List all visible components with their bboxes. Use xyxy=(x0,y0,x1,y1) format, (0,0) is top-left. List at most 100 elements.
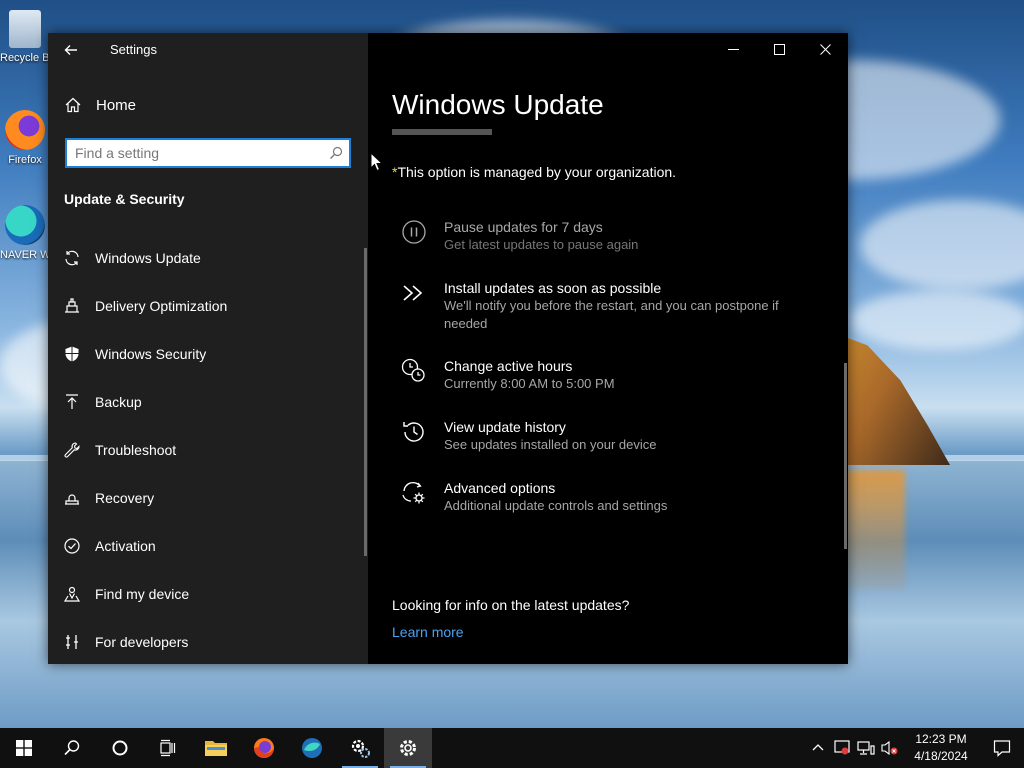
taskbar-clock[interactable]: 12:23 PM 4/18/2024 xyxy=(902,731,980,765)
learn-more-link[interactable]: Learn more xyxy=(392,624,464,640)
search-icon xyxy=(64,740,80,756)
clock-icon xyxy=(401,358,425,382)
option-change-active-hours[interactable]: Change active hours Currently 8:00 AM to… xyxy=(400,357,820,393)
tray-volume-button[interactable] xyxy=(878,728,902,768)
progress-indicator xyxy=(392,129,492,135)
desktop-icon-recycle-bin[interactable]: Recycle Bin xyxy=(0,10,50,64)
search-icon[interactable] xyxy=(323,140,349,166)
option-pause-updates[interactable]: Pause updates for 7 days Get latest upda… xyxy=(400,218,820,254)
firefox-icon xyxy=(5,110,45,150)
desktop-icon-naver-whale[interactable]: NAVER Whale xyxy=(0,205,50,261)
device-warning-icon xyxy=(834,740,850,755)
recovery-icon xyxy=(62,488,82,508)
option-advanced-options[interactable]: Advanced options Additional update contr… xyxy=(400,479,820,515)
advanced-gear-icon xyxy=(400,479,428,504)
recycle-bin-icon xyxy=(9,10,41,48)
option-title: Change active hours xyxy=(444,358,573,374)
section-title: Update & Security xyxy=(64,191,185,207)
naver-whale-icon xyxy=(5,205,45,245)
taskbar: 12:23 PM 4/18/2024 xyxy=(0,728,1024,768)
sidebar-item-windows-update[interactable]: Windows Update xyxy=(48,234,368,282)
settings-window: Settings Home Update & Security Windows … xyxy=(48,33,848,664)
option-title: View update history xyxy=(444,419,566,435)
option-desc: Get latest updates to pause again xyxy=(444,237,639,252)
sidebar-item-delivery-optimization[interactable]: Delivery Optimization xyxy=(48,282,368,330)
sidebar: Settings Home Update & Security Windows … xyxy=(48,33,368,664)
sidebar-item-windows-security[interactable]: Windows Security xyxy=(48,330,368,378)
sidebar-nav: Windows Update Delivery Optimization Win… xyxy=(48,234,368,666)
taskbar-naver-whale[interactable] xyxy=(288,728,336,768)
network-icon xyxy=(857,741,875,755)
option-view-update-history[interactable]: View update history See updates installe… xyxy=(400,418,820,454)
history-icon xyxy=(403,422,424,442)
naver-whale-icon xyxy=(302,738,322,758)
windows-logo-icon xyxy=(16,740,32,756)
option-install-updates-asap[interactable]: Install updates as soon as possible We'l… xyxy=(400,279,820,333)
sidebar-item-recovery[interactable]: Recovery xyxy=(48,474,368,522)
taskbar-settings-active[interactable] xyxy=(384,728,432,768)
sidebar-item-label: Recovery xyxy=(95,490,155,506)
sidebar-item-for-developers[interactable]: For developers xyxy=(48,618,368,666)
minimize-button[interactable] xyxy=(710,33,756,66)
page-title: Windows Update xyxy=(392,89,604,120)
home-icon xyxy=(65,97,81,113)
taskbar-search-button[interactable] xyxy=(48,728,96,768)
option-desc: Additional update controls and settings xyxy=(444,498,668,513)
action-center-button[interactable] xyxy=(980,728,1024,768)
chevron-up-icon xyxy=(812,744,824,751)
sidebar-item-label: Troubleshoot xyxy=(95,442,177,458)
cortana-circle-icon xyxy=(112,740,128,756)
sidebar-item-find-my-device[interactable]: Find my device xyxy=(48,570,368,618)
search-input[interactable] xyxy=(67,140,323,166)
volume-muted-icon xyxy=(881,740,898,756)
wrench-icon xyxy=(62,440,82,460)
sidebar-scrollbar[interactable] xyxy=(364,248,367,556)
home-link[interactable]: Home xyxy=(64,93,136,117)
task-view-button[interactable] xyxy=(144,728,192,768)
clock-time: 12:23 PM xyxy=(915,732,967,746)
home-label: Home xyxy=(96,96,137,114)
back-button[interactable] xyxy=(48,33,94,66)
main-content: Windows Update *This option is managed b… xyxy=(368,33,848,664)
taskbar-file-explorer[interactable] xyxy=(192,728,240,768)
tray-device-icon-button[interactable] xyxy=(830,728,854,768)
sidebar-item-troubleshoot[interactable]: Troubleshoot xyxy=(48,426,368,474)
desktop-icon-firefox[interactable]: Firefox xyxy=(0,110,50,166)
mouse-cursor-icon xyxy=(370,152,384,172)
sidebar-item-label: Find my device xyxy=(95,586,190,602)
tray-network-button[interactable] xyxy=(854,728,878,768)
sidebar-item-label: Backup xyxy=(95,394,142,410)
taskbar-firefox[interactable] xyxy=(240,728,288,768)
sidebar-item-label: Activation xyxy=(95,538,156,554)
delivery-icon xyxy=(62,296,82,316)
close-icon xyxy=(819,44,831,55)
sidebar-item-activation[interactable]: Activation xyxy=(48,522,368,570)
system-tray: 12:23 PM 4/18/2024 xyxy=(806,728,1024,768)
minimize-icon xyxy=(727,49,739,50)
close-button[interactable] xyxy=(802,33,848,66)
sidebar-item-label: Windows Security xyxy=(95,346,207,362)
maximize-icon xyxy=(773,44,785,55)
gear-icon xyxy=(400,740,416,756)
cortana-button[interactable] xyxy=(96,728,144,768)
folder-icon xyxy=(205,741,227,756)
sidebar-item-backup[interactable]: Backup xyxy=(48,378,368,426)
maximize-button[interactable] xyxy=(756,33,802,66)
sidebar-item-label: For developers xyxy=(95,634,189,650)
gears-icon xyxy=(351,739,370,758)
taskbar-settings-pinned[interactable] xyxy=(336,728,384,768)
app-title: Settings xyxy=(110,42,157,57)
show-hidden-icons-button[interactable] xyxy=(806,728,830,768)
task-view-icon xyxy=(160,739,176,757)
option-title: Pause updates for 7 days xyxy=(444,219,603,235)
developer-tools-icon xyxy=(62,632,82,652)
option-desc: We'll notify you before the restart, and… xyxy=(444,298,779,331)
arrow-left-icon xyxy=(64,44,77,55)
pause-icon xyxy=(402,220,426,244)
managed-notice: *This option is managed by your organiza… xyxy=(392,164,676,180)
content-scrollbar[interactable] xyxy=(844,363,847,549)
person-location-icon xyxy=(62,584,82,604)
option-desc: Currently 8:00 AM to 5:00 PM xyxy=(444,376,615,391)
start-button[interactable] xyxy=(0,728,48,768)
notification-icon xyxy=(993,740,1011,757)
